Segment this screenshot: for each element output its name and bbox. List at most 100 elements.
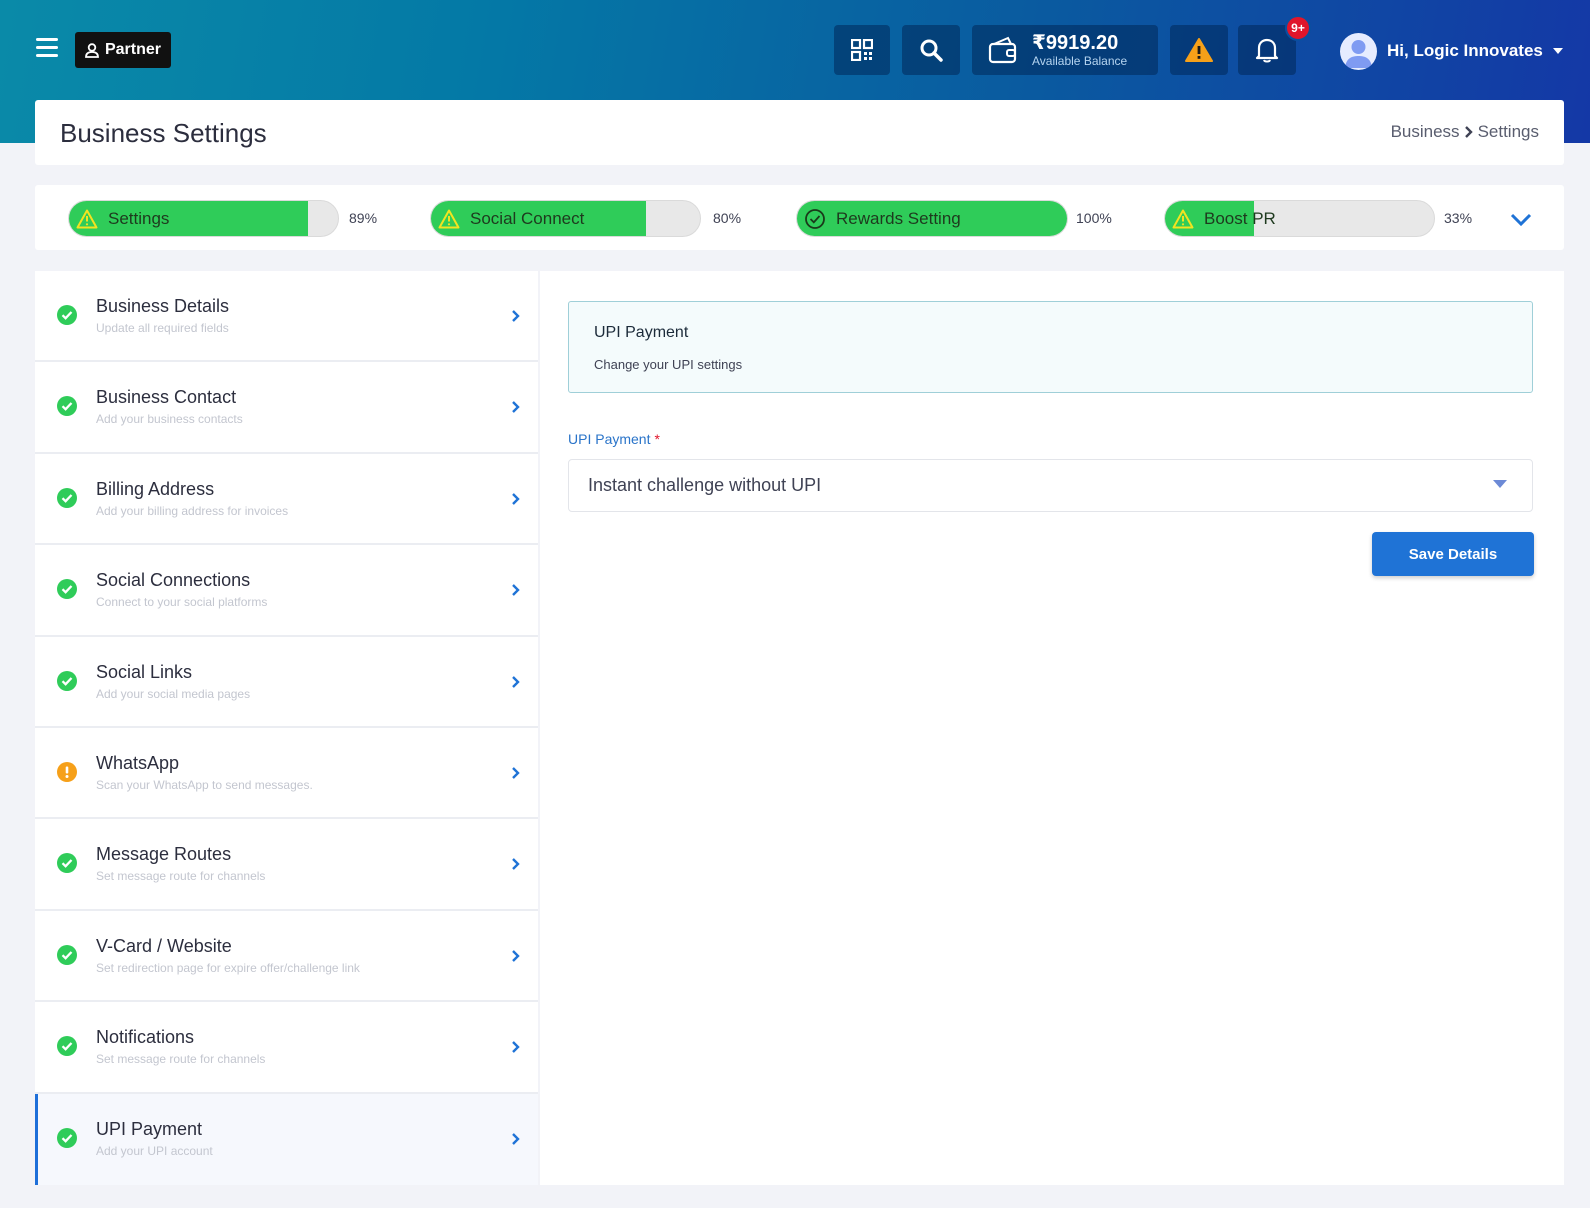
chevron-right-icon: [512, 767, 520, 779]
sidebar-item-title: Notifications: [96, 1027, 195, 1048]
partner-label: Partner: [104, 41, 162, 58]
chevron-right-icon: [512, 858, 520, 871]
progress-social-connect[interactable]: Social Connect: [430, 200, 701, 237]
avatar: [1340, 32, 1377, 70]
warning-outline-icon: [438, 209, 460, 228]
sidebar-item-title: Business Contact: [96, 387, 237, 408]
sidebar-item-title: Message Routes: [96, 844, 232, 865]
sidebar-item-notifications[interactable]: Notifications Set message route for chan…: [35, 1002, 538, 1094]
sidebar-item-social-links[interactable]: Social Links Add your social media pages: [35, 637, 538, 728]
sidebar-item-title: Business Details: [96, 296, 230, 316]
chevron-right-icon: [512, 1132, 520, 1145]
breadcrumb: Business Settings: [1391, 122, 1539, 142]
chevron-right-icon: [1464, 126, 1473, 138]
check-circle-icon: [57, 944, 77, 965]
caret-down-icon: [1552, 48, 1563, 54]
upi-payment-select[interactable]: Instant challenge without UPI: [568, 459, 1533, 512]
notification-badge: 9+: [1285, 15, 1311, 41]
exclamation-circle-icon: [57, 761, 77, 782]
sidebar-item-title: Billing Address: [96, 478, 215, 499]
wallet-icon: [988, 36, 1017, 64]
sidebar-item-business-contact[interactable]: Business Contact Add your business conta…: [35, 362, 538, 454]
info-subtitle: Change your UPI settings: [594, 357, 743, 372]
sidebar-item-desc: Add your billing address for invoices: [96, 503, 289, 518]
sidebar-item-business-details[interactable]: Business Details Update all required fie…: [35, 271, 538, 363]
check-circle-icon: [57, 579, 77, 600]
partner-button[interactable]: Partner: [75, 32, 171, 68]
sidebar-item-upi-payment[interactable]: UPI Payment Add your UPI account: [35, 1093, 538, 1185]
chevron-right-icon: [512, 492, 520, 505]
chevron-right-icon: [512, 1041, 520, 1053]
sidebar-item-desc: Set message route for channels: [96, 1052, 266, 1067]
progress-label: Social Connect: [470, 208, 585, 228]
check-circle-icon: [57, 670, 77, 691]
progress-percent: 80%: [713, 210, 742, 226]
sidebar-item-desc: Set redirection page for expire offer/ch…: [96, 960, 360, 975]
progress-boost-pr[interactable]: Boost PR: [1164, 200, 1435, 237]
progress-settings[interactable]: Settings: [68, 200, 339, 237]
progress-label: Rewards Setting: [836, 208, 961, 228]
breadcrumb-business[interactable]: Business: [1391, 122, 1460, 142]
check-circle-icon: [57, 487, 77, 508]
qr-code-icon: [851, 39, 873, 61]
sidebar-item-title: V-Card / Website: [96, 935, 232, 956]
field-label-text: UPI Payment: [568, 431, 651, 447]
sidebar-item-desc: Connect to your social platforms: [96, 595, 268, 610]
save-details-button[interactable]: Save Details: [1372, 532, 1534, 576]
sidebar-item-title: UPI Payment: [96, 1118, 203, 1139]
sidebar-item-desc: Add your business contacts: [96, 412, 243, 427]
warning-outline-icon: [1172, 209, 1194, 228]
top-navbar: Partner ₹9919.20 Available Balance 9+ Hi…: [0, 0, 1590, 100]
progress-percent: 100%: [1076, 210, 1112, 226]
chevron-right-icon: [512, 401, 520, 414]
wallet-amount: ₹9919.20: [1032, 32, 1119, 54]
settings-sidebar: Business Details Update all required fie…: [35, 271, 538, 1185]
progress-rewards-setting[interactable]: Rewards Setting: [796, 200, 1068, 237]
sidebar-item-billing-address[interactable]: Billing Address Add your billing address…: [35, 454, 538, 546]
user-icon: [85, 42, 99, 58]
wallet-balance[interactable]: ₹9919.20 Available Balance: [972, 25, 1158, 75]
check-circle-icon: [57, 1127, 77, 1148]
chevron-right-icon: [512, 675, 520, 688]
required-mark: *: [654, 431, 660, 447]
search-button[interactable]: [902, 25, 960, 75]
sidebar-item-desc: Add your UPI account: [96, 1143, 213, 1158]
sidebar-item-title: Social Connections: [96, 570, 251, 591]
sidebar-item-social-connections[interactable]: Social Connections Connect to your socia…: [35, 545, 538, 637]
user-menu[interactable]: Hi, Logic Innovates: [1340, 32, 1563, 70]
sidebar-item-title: WhatsApp: [96, 752, 180, 773]
alert-button[interactable]: [1170, 25, 1228, 75]
chevron-right-icon: [512, 584, 520, 597]
bell-icon: [1255, 38, 1279, 63]
progress-card: Settings 89% Social Connect 80% Rewards …: [35, 185, 1564, 250]
check-circle-icon: [57, 1036, 77, 1057]
info-box: UPI Payment Change your UPI settings: [568, 301, 1533, 393]
check-circle-outline-icon: [805, 208, 825, 229]
breadcrumb-settings[interactable]: Settings: [1478, 122, 1539, 142]
sidebar-item-desc: Update all required fields: [96, 321, 229, 335]
menu-icon[interactable]: [36, 38, 58, 58]
warning-outline-icon: [76, 209, 98, 228]
subheader: Business Settings Business Settings: [35, 100, 1564, 165]
progress-label: Settings: [108, 208, 170, 228]
caret-down-icon: [1493, 480, 1507, 488]
select-value: Instant challenge without UPI: [588, 475, 822, 495]
sidebar-item-desc: Scan your WhatsApp to send messages.: [96, 777, 313, 792]
check-circle-icon: [57, 305, 77, 325]
sidebar-item-whatsapp[interactable]: WhatsApp Scan your WhatsApp to send mess…: [35, 728, 538, 820]
qr-code-button[interactable]: [834, 25, 890, 75]
check-circle-icon: [57, 853, 77, 874]
page-title: Business Settings: [60, 118, 267, 148]
sidebar-item-vcard-website[interactable]: V-Card / Website Set redirection page fo…: [35, 911, 538, 1003]
sidebar-item-title: Social Links: [96, 661, 193, 682]
chevron-right-icon: [512, 949, 520, 962]
user-greeting: Hi, Logic Innovates: [1387, 41, 1543, 60]
avatar-icon: [1345, 39, 1372, 68]
warning-icon: [1185, 38, 1213, 62]
collapse-button[interactable]: [1509, 207, 1533, 231]
sidebar-item-desc: Add your social media pages: [96, 686, 251, 701]
progress-percent: 89%: [349, 210, 378, 226]
sidebar-item-message-routes[interactable]: Message Routes Set message route for cha…: [35, 819, 538, 911]
progress-label: Boost PR: [1204, 208, 1276, 228]
search-icon: [920, 39, 943, 62]
